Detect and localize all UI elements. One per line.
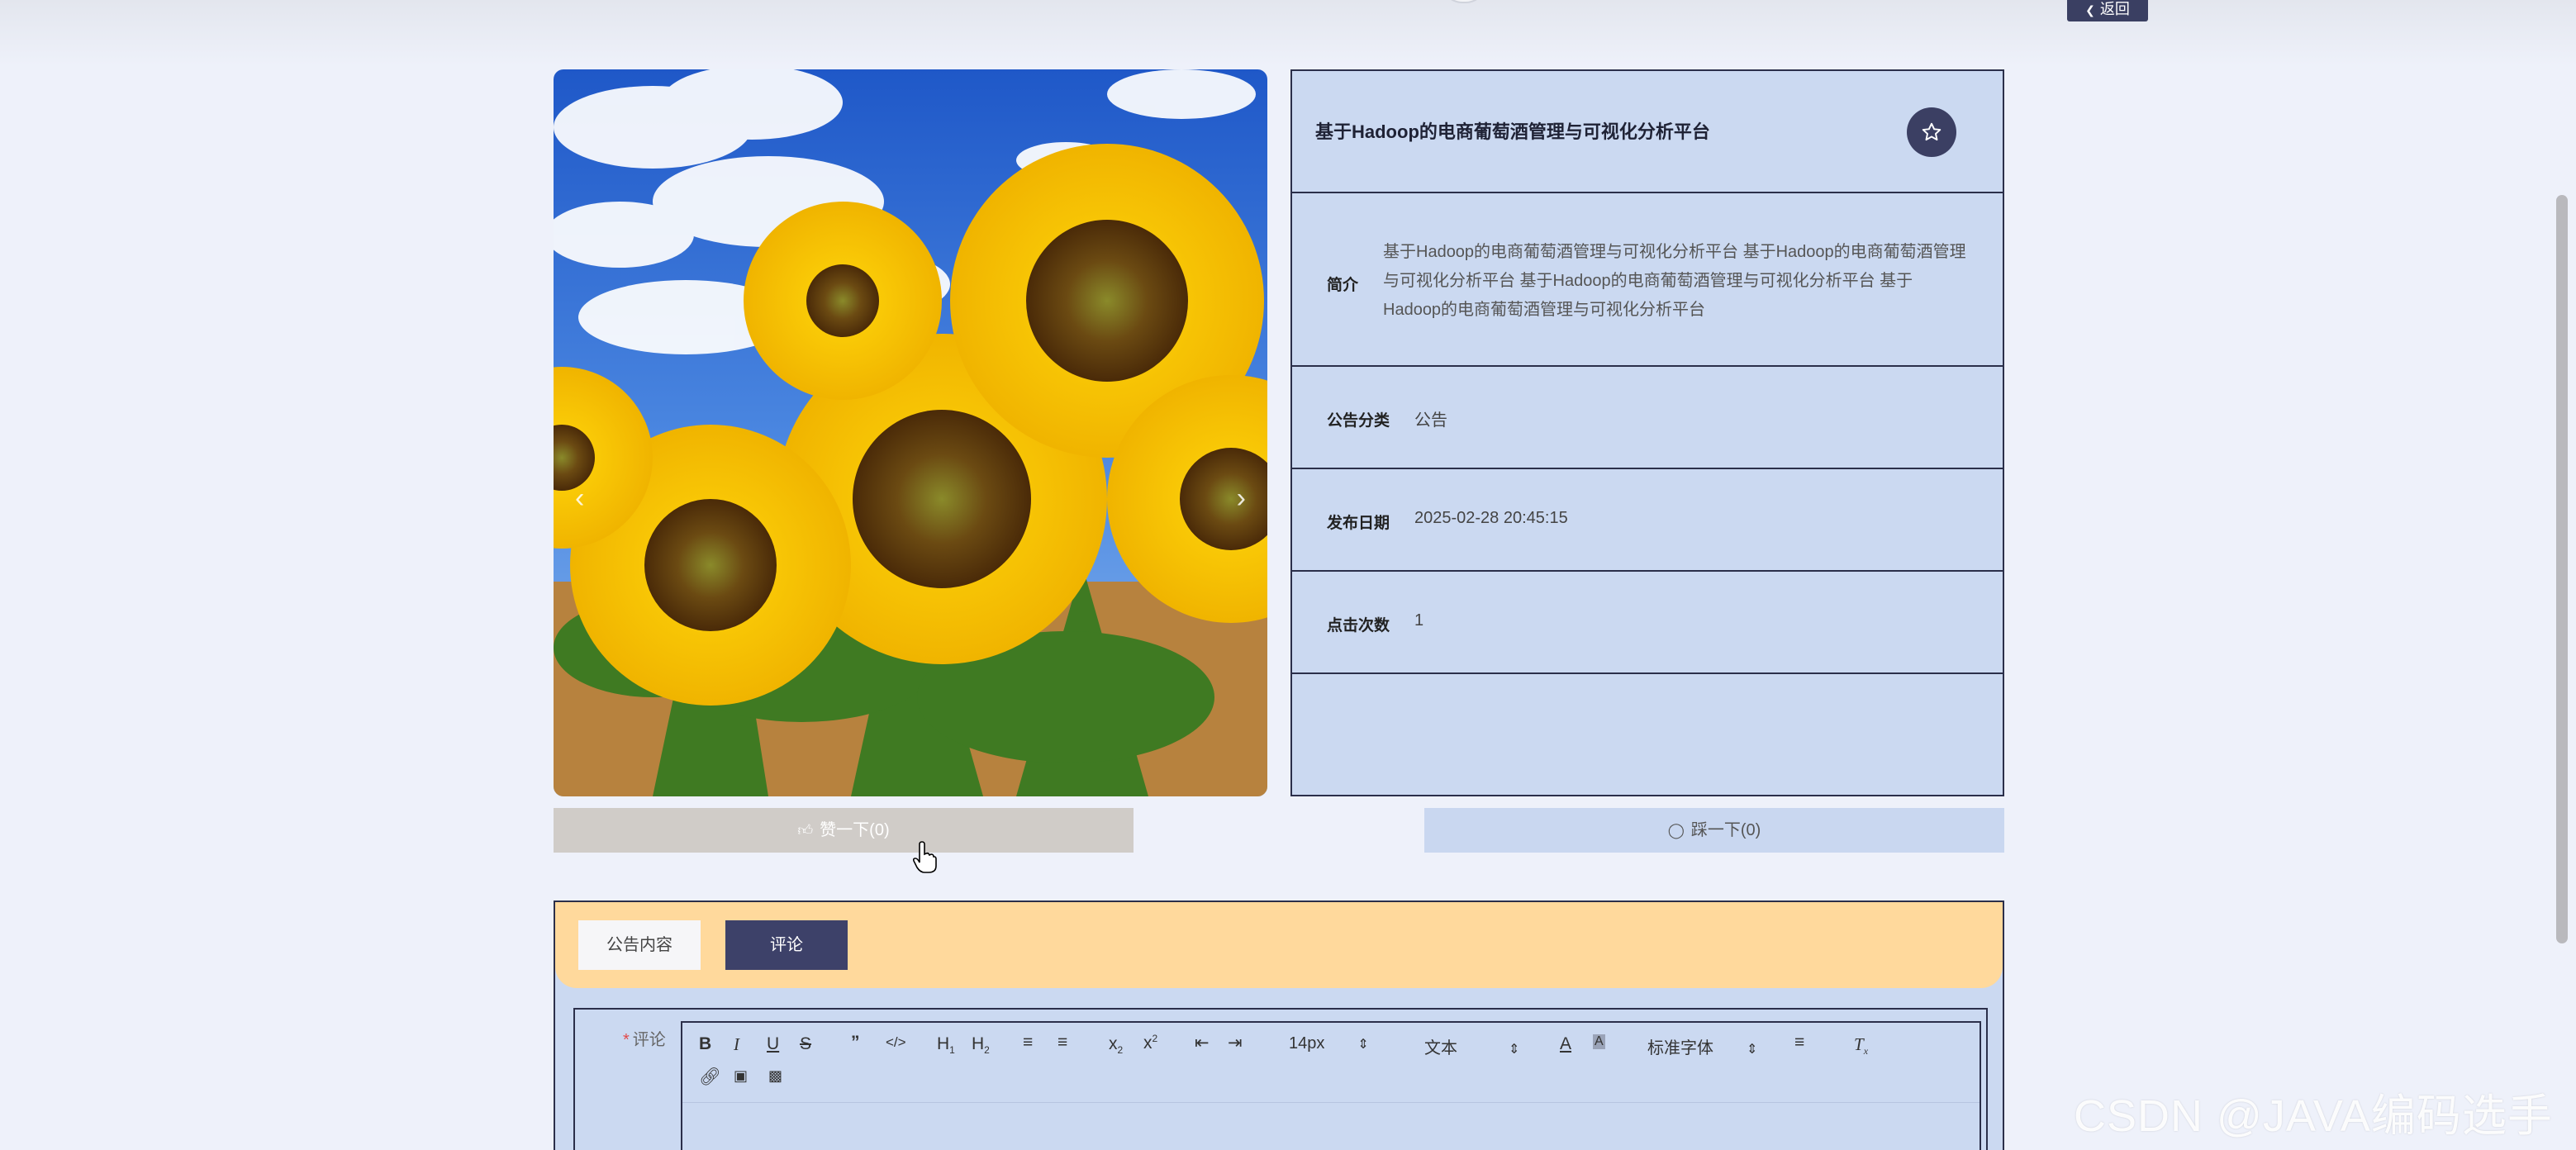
date-value: 2025-02-28 20:45:15 [1414, 509, 1568, 527]
text-type-select[interactable]: 文本 ⇕ [1424, 1034, 1519, 1058]
editor-content-area[interactable] [682, 1102, 1980, 1150]
top-header [0, 0, 2576, 66]
date-row: 发布日期 2025-02-28 20:45:15 [1292, 469, 2003, 572]
font-color-icon[interactable]: A [1560, 1034, 1571, 1054]
rich-text-editor[interactable]: B I U S ” </> H1 H2 ≡ ≡ x2 x2 ⇤ ⇥ 14px ⇕ … [681, 1021, 1981, 1150]
video-icon[interactable]: ▩ [768, 1067, 782, 1085]
bold-icon[interactable]: B [699, 1034, 711, 1054]
editor-toolbar: B I U S ” </> H1 H2 ≡ ≡ x2 x2 ⇤ ⇥ 14px ⇕ … [697, 1028, 1970, 1102]
intro-text: 基于Hadoop的电商葡萄酒管理与可视化分析平台 基于Hadoop的电商葡萄酒管… [1383, 243, 1966, 319]
background-color-icon[interactable]: A [1593, 1034, 1605, 1049]
sunflower-image [554, 69, 1267, 796]
image-icon[interactable]: ▣ [734, 1067, 748, 1085]
image-carousel[interactable]: ‹ › [554, 69, 1267, 796]
title-row: 基于Hadoop的电商葡萄酒管理与可视化分析平台 [1292, 71, 2003, 193]
align-icon[interactable]: ≡ [1794, 1033, 1804, 1053]
clicks-row: 点击次数 1 [1292, 572, 2003, 674]
date-label: 发布日期 [1327, 515, 1390, 532]
notice-info-panel: 基于Hadoop的电商葡萄酒管理与可视化分析平台 简介 基于Hadoop的电商葡… [1290, 69, 2004, 796]
category-value: 公告 [1414, 411, 1447, 430]
hand-cursor-icon [912, 841, 937, 873]
carousel-prev-icon[interactable]: ‹ [575, 482, 584, 515]
tab-comment[interactable]: 评论 [725, 920, 848, 970]
select-arrows-icon: ⇕ [1747, 1043, 1758, 1057]
bullet-list-icon[interactable]: ≡ [1057, 1033, 1067, 1053]
select-arrows-icon: ⇕ [1509, 1043, 1520, 1057]
back-button[interactable]: ❮ 返回 [2067, 0, 2148, 21]
ordered-list-icon[interactable]: ≡ [1023, 1033, 1033, 1053]
clicks-label: 点击次数 [1327, 617, 1390, 634]
link-icon[interactable]: 🔗︎ [699, 1067, 721, 1087]
tab-bar: 公告内容 评论 [555, 902, 2003, 988]
thumbs-up-icon: 👍︎ [797, 822, 814, 839]
chevron-left-icon: ❮ [2085, 3, 2095, 17]
required-icon: * [623, 1031, 630, 1049]
category-label: 公告分类 [1327, 412, 1390, 430]
blockquote-icon[interactable]: ” [851, 1033, 860, 1053]
italic-icon[interactable]: I [734, 1034, 739, 1055]
underline-icon[interactable]: U [767, 1034, 779, 1054]
text-type-value: 文本 [1424, 1039, 1457, 1057]
intro-row: 简介 基于Hadoop的电商葡萄酒管理与可视化分析平台 基于Hadoop的电商葡… [1292, 193, 2003, 367]
select-arrows-icon: ⇕ [1357, 1038, 1369, 1052]
font-size-select[interactable]: 14px ⇕ [1289, 1034, 1369, 1053]
favorite-button[interactable] [1907, 107, 1956, 157]
font-size-value: 14px [1289, 1034, 1325, 1053]
dislike-label: 踩一下(0) [1690, 821, 1761, 839]
content-section: 公告内容 评论 * 评论 B I U S ” </> H1 H2 ≡ ≡ x2 x… [554, 901, 2004, 1150]
header-1-icon[interactable]: H1 [937, 1034, 955, 1056]
tab-announcement-content[interactable]: 公告内容 [578, 920, 701, 970]
indent-icon[interactable]: ⇥ [1228, 1033, 1243, 1053]
superscript-icon[interactable]: x2 [1143, 1033, 1157, 1053]
comment-form: * 评论 B I U S ” </> H1 H2 ≡ ≡ x2 x2 ⇤ ⇥ 14… [573, 1008, 1988, 1150]
header-2-icon[interactable]: H2 [972, 1034, 990, 1056]
thumbs-down-icon: ◯ [1667, 822, 1685, 839]
code-block-icon[interactable]: </> [886, 1034, 906, 1051]
carousel-next-icon[interactable]: › [1237, 482, 1246, 515]
dislike-button[interactable]: ◯ 踩一下(0) [1424, 808, 2004, 853]
comment-field-label: * 评论 [623, 1026, 666, 1050]
star-icon [1922, 122, 1942, 141]
clear-format-icon[interactable]: Tx [1854, 1034, 1868, 1057]
comment-label-text: 评论 [632, 1031, 666, 1049]
category-row: 公告分类 公告 [1292, 367, 2003, 469]
strikethrough-icon[interactable]: S [800, 1034, 811, 1054]
notice-title: 基于Hadoop的电商葡萄酒管理与可视化分析平台 [1315, 121, 1710, 142]
page-scrollbar[interactable] [2556, 195, 2568, 943]
clicks-value: 1 [1414, 611, 1424, 630]
intro-label: 简介 [1327, 277, 1359, 294]
font-family-value: 标准字体 [1647, 1039, 1713, 1057]
like-label: 赞一下(0) [820, 821, 890, 839]
watermark-text: CSDN @JAVA编码选手 [2074, 1091, 2553, 1141]
like-button[interactable]: 👍︎ 赞一下(0) [554, 808, 1134, 853]
outdent-icon[interactable]: ⇤ [1195, 1033, 1210, 1053]
back-label: 返回 [2099, 1, 2130, 17]
font-family-select[interactable]: 标准字体 ⇕ [1647, 1034, 1757, 1058]
subscript-icon[interactable]: x2 [1109, 1034, 1123, 1056]
